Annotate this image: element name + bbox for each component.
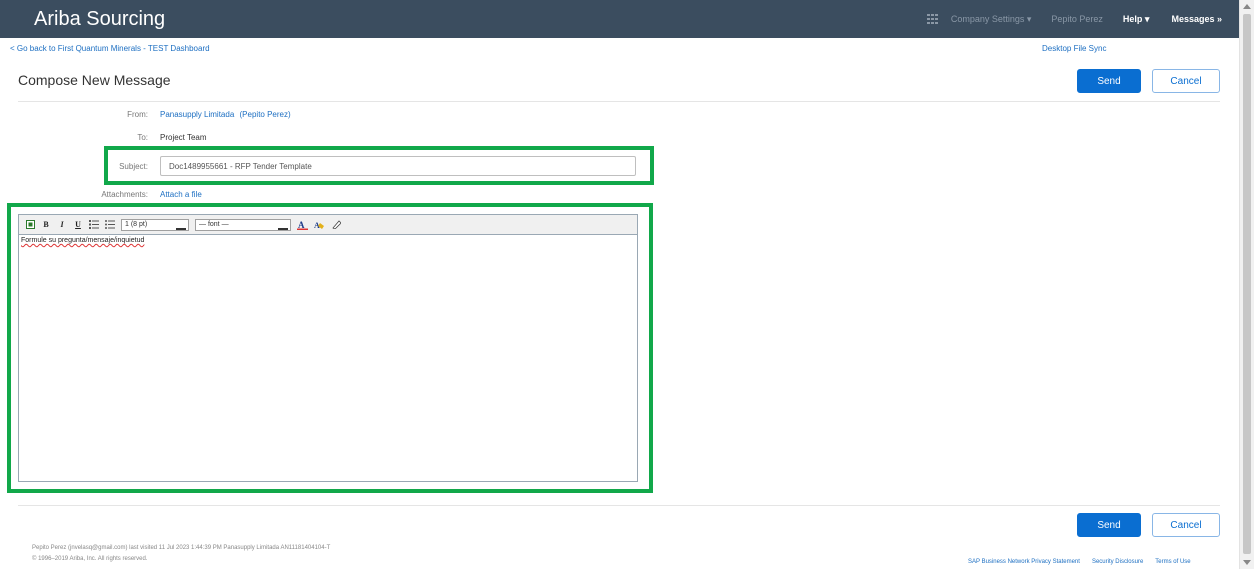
- privacy-statement-link[interactable]: SAP Business Network Privacy Statement: [968, 559, 1080, 565]
- text-color-icon[interactable]: A: [297, 219, 308, 231]
- editor-body[interactable]: Formule su pregunta/mensaje/inquietud: [21, 237, 144, 244]
- bold-button[interactable]: B: [41, 219, 51, 231]
- subject-input[interactable]: [160, 156, 636, 176]
- to-label: To:: [137, 133, 148, 142]
- send-button-top[interactable]: Send: [1077, 69, 1141, 93]
- editor-toolbar: B I U 1 (8 pt) — font — A A: [19, 215, 637, 235]
- font-family-value: — font —: [199, 221, 229, 228]
- messages-link[interactable]: Messages »: [1171, 14, 1222, 24]
- company-settings-menu[interactable]: Company Settings ▾: [951, 14, 1032, 25]
- divider: [18, 101, 1220, 102]
- scroll-thumb[interactable]: [1243, 14, 1251, 554]
- insert-image-icon[interactable]: [25, 219, 35, 231]
- attach-file-link[interactable]: Attach a file: [160, 190, 202, 199]
- from-value: Panasupply Limitada (Pepito Perez): [160, 110, 291, 119]
- cancel-button-top[interactable]: Cancel: [1152, 69, 1220, 93]
- from-label: From:: [127, 110, 148, 119]
- highlight-color-icon[interactable]: A: [314, 219, 325, 231]
- desktop-file-sync-link[interactable]: Desktop File Sync: [1042, 44, 1106, 53]
- font-size-value: 1 (8 pt): [125, 221, 148, 228]
- scroll-down-icon[interactable]: [1243, 560, 1251, 565]
- message-editor[interactable]: B I U 1 (8 pt) — font — A A Formule su p…: [18, 214, 638, 482]
- back-to-dashboard-link[interactable]: < Go back to First Quantum Minerals - TE…: [10, 44, 210, 53]
- send-button-bottom[interactable]: Send: [1077, 513, 1141, 537]
- terms-of-use-link[interactable]: Terms of Use: [1155, 559, 1190, 565]
- top-nav: Company Settings ▾ Pepito Perez Help ▾ M…: [926, 0, 1222, 38]
- cancel-button-bottom[interactable]: Cancel: [1152, 513, 1220, 537]
- app-grid-icon[interactable]: [926, 14, 939, 24]
- footer-divider: [18, 505, 1220, 506]
- bullet-list-icon[interactable]: [105, 219, 115, 231]
- last-visited-text: Pepito Perez (jnvelasq@gmail.com) last v…: [32, 545, 331, 551]
- to-value: Project Team: [160, 133, 207, 142]
- font-family-select[interactable]: — font —: [195, 218, 291, 231]
- numbered-list-icon[interactable]: [89, 219, 99, 231]
- from-company-link[interactable]: Panasupply Limitada: [160, 110, 234, 119]
- font-size-select[interactable]: 1 (8 pt): [121, 218, 189, 231]
- copyright-text: © 1996–2019 Ariba, Inc. All rights reser…: [32, 556, 148, 562]
- footer-links: SAP Business Network Privacy Statement S…: [968, 559, 1191, 565]
- attachments-label: Attachments:: [101, 190, 148, 199]
- page-title: Compose New Message: [18, 72, 171, 88]
- font-family-dropdown-icon: [278, 222, 288, 230]
- clear-format-icon[interactable]: [331, 219, 341, 231]
- security-disclosure-link[interactable]: Security Disclosure: [1092, 559, 1143, 565]
- page-scrollbar[interactable]: [1239, 0, 1254, 569]
- scroll-up-icon[interactable]: [1243, 4, 1251, 9]
- subject-label: Subject:: [119, 162, 148, 171]
- italic-button[interactable]: I: [57, 219, 67, 231]
- font-size-dropdown-icon: [176, 222, 186, 230]
- from-user-link[interactable]: (Pepito Perez): [240, 110, 291, 119]
- editor-text: Formule su pregunta/mensaje/inquietud: [21, 237, 145, 244]
- underline-button[interactable]: U: [73, 219, 83, 231]
- help-menu[interactable]: Help ▾: [1123, 14, 1150, 25]
- brand-logo: Ariba Sourcing: [34, 8, 166, 30]
- top-bar: Ariba Sourcing Company Settings ▾ Pepito…: [0, 0, 1240, 38]
- user-menu[interactable]: Pepito Perez: [1051, 14, 1103, 24]
